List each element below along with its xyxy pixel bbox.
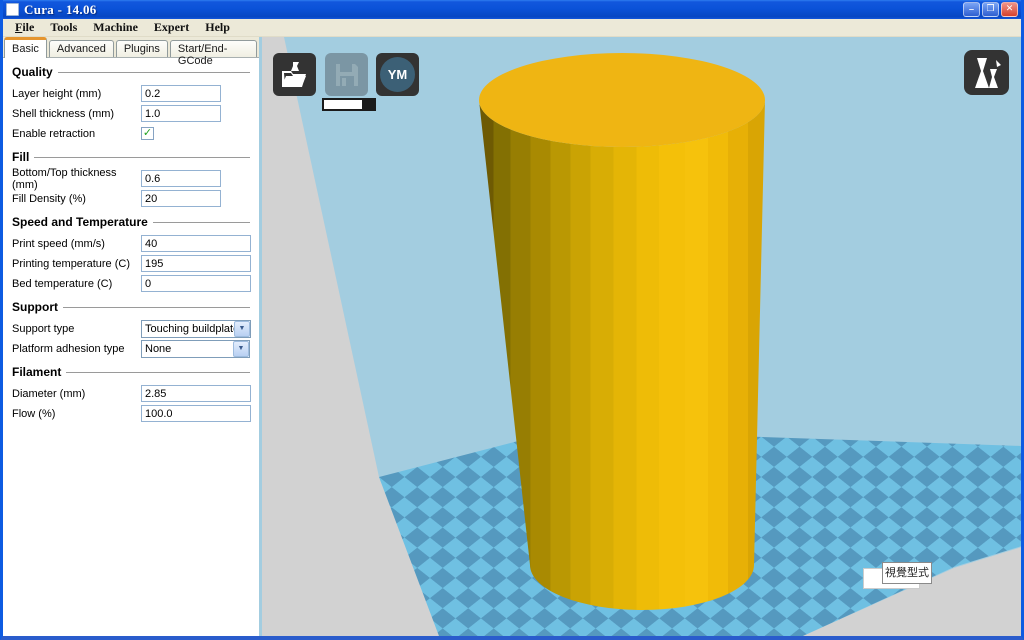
3d-viewport[interactable]: YM 視覺型式: [259, 37, 1021, 636]
basic-settings-panel: Quality Layer height (mm) Shell thicknes…: [3, 57, 259, 636]
tab-start-end-gcode[interactable]: Start/End-GCode: [170, 40, 257, 57]
build-plate-scene: [259, 37, 1021, 636]
save-icon: [334, 62, 360, 88]
diameter-input[interactable]: [141, 385, 251, 402]
enable-retraction-label: Enable retraction: [12, 128, 141, 140]
setting-row: Fill Density (%): [12, 189, 250, 208]
setting-row: Print speed (mm/s): [12, 234, 250, 253]
minimize-button[interactable]: _: [963, 2, 980, 17]
checkmark-icon: ✓: [143, 128, 152, 139]
print-speed-input[interactable]: [141, 235, 251, 252]
menu-expert[interactable]: Expert: [146, 19, 197, 37]
section-title: Fill: [12, 150, 29, 164]
print-speed-label: Print speed (mm/s): [12, 238, 141, 250]
setting-row: Bed temperature (C): [12, 274, 250, 293]
section-rule: [153, 222, 250, 223]
tab-advanced[interactable]: Advanced: [49, 40, 114, 57]
section-title: Quality: [12, 65, 53, 79]
settings-sidebar: Basic Advanced Plugins Start/End-GCode Q…: [3, 37, 259, 636]
close-icon: ✕: [1006, 4, 1014, 14]
setting-row: Diameter (mm): [12, 384, 250, 403]
section-support: Support: [12, 300, 250, 314]
window-title: Cura - 14.06: [24, 2, 97, 18]
section-title: Filament: [12, 365, 61, 379]
setting-row: Platform adhesion type None ▼: [12, 339, 250, 358]
shell-thickness-label: Shell thickness (mm): [12, 108, 141, 120]
support-type-label: Support type: [12, 323, 141, 335]
share-youmagine-button[interactable]: YM: [376, 53, 419, 96]
setting-row: Support type Touching buildplate ▼: [12, 319, 250, 338]
minimize-icon: _: [964, 0, 979, 13]
shell-thickness-input[interactable]: [141, 105, 221, 122]
view-mode-button[interactable]: [964, 50, 1009, 95]
menu-machine[interactable]: Machine: [85, 19, 146, 37]
settings-tabs: Basic Advanced Plugins Start/End-GCode: [3, 37, 259, 57]
platform-adhesion-label: Platform adhesion type: [12, 343, 141, 355]
close-button[interactable]: ✕: [1001, 2, 1018, 17]
progress-fill: [324, 100, 362, 109]
flow-input[interactable]: [141, 405, 251, 422]
enable-retraction-checkbox[interactable]: ✓: [141, 127, 154, 140]
platform-adhesion-select[interactable]: None ▼: [141, 340, 250, 358]
bed-temperature-input[interactable]: [141, 275, 251, 292]
setting-row: Layer height (mm): [12, 84, 250, 103]
maximize-icon: ❐: [986, 4, 994, 14]
printing-temperature-label: Printing temperature (C): [12, 258, 141, 270]
support-type-value: Touching buildplate: [142, 323, 234, 335]
youmagine-icon: YM: [380, 57, 415, 92]
setting-row: Flow (%): [12, 404, 250, 423]
save-toolpath-button: [325, 53, 368, 96]
flow-label: Flow (%): [12, 408, 141, 420]
diameter-label: Diameter (mm): [12, 388, 141, 400]
progress-bar: [322, 98, 376, 111]
section-title: Speed and Temperature: [12, 215, 148, 229]
menu-bar: File Tools Machine Expert Help: [3, 19, 1021, 37]
setting-row: Printing temperature (C): [12, 254, 250, 273]
printing-temperature-input[interactable]: [141, 255, 251, 272]
tab-plugins[interactable]: Plugins: [116, 40, 168, 57]
bottom-top-thickness-input[interactable]: [141, 170, 221, 187]
dropdown-button[interactable]: ▼: [234, 321, 250, 337]
setting-row: Shell thickness (mm): [12, 104, 250, 123]
cura-window: Cura - 14.06 _ ❐ ✕ File Tools Machine Ex…: [0, 0, 1024, 640]
section-quality: Quality: [12, 65, 250, 79]
section-filament: Filament: [12, 365, 250, 379]
menu-tools[interactable]: Tools: [42, 19, 85, 37]
setting-row: Bottom/Top thickness (mm): [12, 169, 250, 188]
load-model-icon: [280, 61, 310, 89]
section-rule: [63, 307, 250, 308]
platform-adhesion-value: None: [142, 343, 233, 355]
view-mode-tooltip: 視覺型式: [882, 562, 932, 584]
menu-help[interactable]: Help: [197, 19, 238, 37]
chevron-down-icon: ▼: [239, 325, 246, 332]
maximize-button[interactable]: ❐: [982, 2, 999, 17]
title-bar[interactable]: Cura - 14.06 _ ❐ ✕: [3, 0, 1021, 19]
dropdown-button[interactable]: ▼: [233, 341, 249, 357]
section-speed-temperature: Speed and Temperature: [12, 215, 250, 229]
section-rule: [34, 157, 250, 158]
section-title: Support: [12, 300, 58, 314]
tab-basic[interactable]: Basic: [4, 37, 47, 58]
setting-row: Enable retraction ✓: [12, 124, 250, 143]
layer-height-input[interactable]: [141, 85, 221, 102]
bottom-top-thickness-label: Bottom/Top thickness (mm): [12, 167, 141, 191]
fill-density-input[interactable]: [141, 190, 221, 207]
app-icon: [6, 3, 19, 16]
section-rule: [66, 372, 250, 373]
support-type-select[interactable]: Touching buildplate ▼: [141, 320, 251, 338]
menu-file[interactable]: File: [7, 19, 42, 37]
chevron-down-icon: ▼: [238, 345, 245, 352]
section-rule: [58, 72, 250, 73]
load-model-button[interactable]: [273, 53, 316, 96]
section-fill: Fill: [12, 150, 250, 164]
fill-density-label: Fill Density (%): [12, 193, 141, 205]
view-mode-icon: [970, 55, 1004, 91]
bed-temperature-label: Bed temperature (C): [12, 278, 141, 290]
layer-height-label: Layer height (mm): [12, 88, 141, 100]
